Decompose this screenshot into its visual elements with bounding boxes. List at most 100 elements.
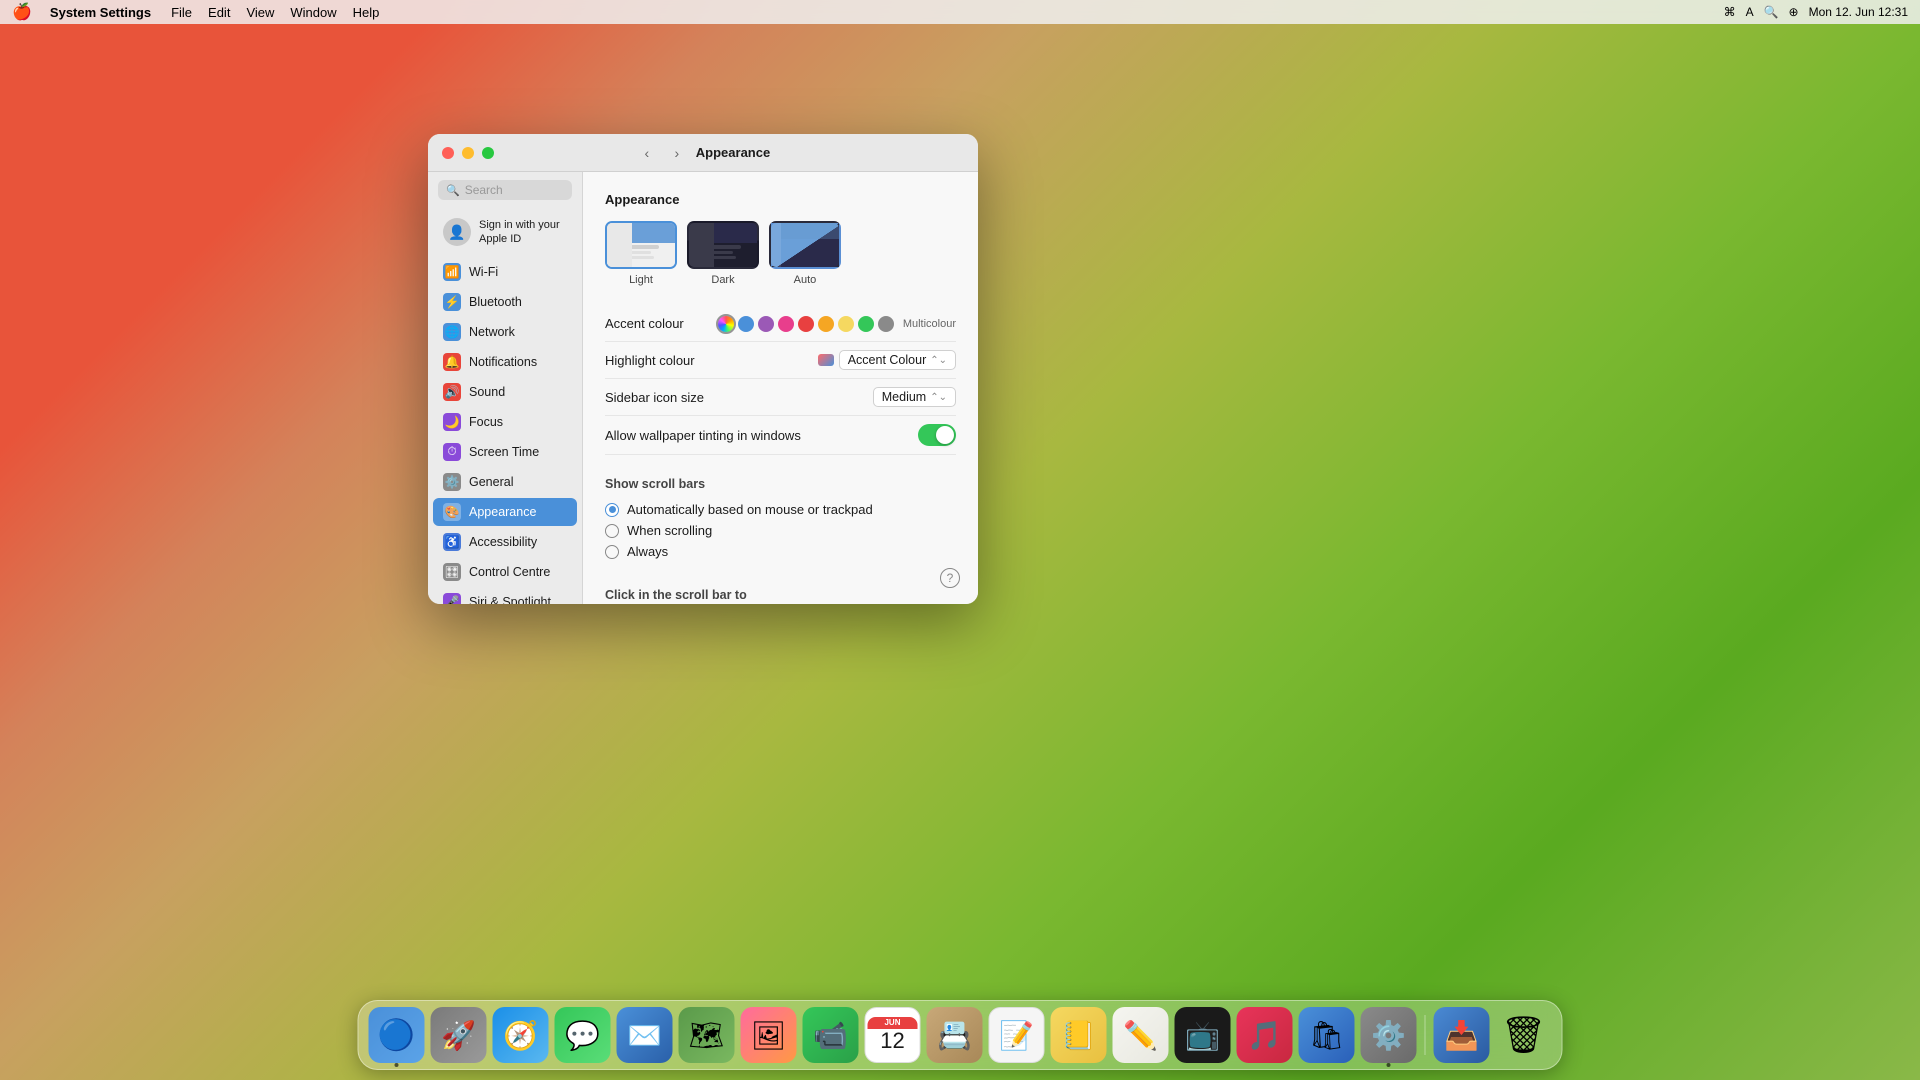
dock-item-messages[interactable]: 💬 xyxy=(555,1007,611,1063)
back-button[interactable]: ‹ xyxy=(636,142,658,164)
menubar-right: ⌘ A 🔍 ⊕ Mon 12. Jun 12:31 xyxy=(1724,5,1908,19)
sidebar-item-wifi[interactable]: 📶 Wi-Fi xyxy=(433,258,577,286)
window-title: Appearance xyxy=(696,145,770,160)
sidebar-label-general: General xyxy=(469,475,513,489)
dock-item-music[interactable]: 🎵 xyxy=(1237,1007,1293,1063)
photos-icon: 🖼 xyxy=(751,1019,787,1052)
sidebar-item-appearance[interactable]: 🎨 Appearance xyxy=(433,498,577,526)
menubar-search[interactable]: 🔍 xyxy=(1764,5,1779,19)
menubar-inputsource[interactable]: A xyxy=(1746,5,1754,19)
dock-item-finder[interactable]: 🔵 xyxy=(369,1007,425,1063)
dock-item-mail[interactable]: ✉️ xyxy=(617,1007,673,1063)
search-input[interactable] xyxy=(465,183,583,197)
freeform-icon: ✏️ xyxy=(1123,1019,1158,1052)
accent-red[interactable] xyxy=(798,316,814,332)
sidebar-label-network: Network xyxy=(469,325,515,339)
dock-item-yoink[interactable]: 📥 xyxy=(1434,1007,1490,1063)
sidebar-item-accessibility[interactable]: ♿ Accessibility xyxy=(433,528,577,556)
accent-colour-label: Accent colour xyxy=(605,316,684,331)
highlight-colour-row: Highlight colour Accent Colour ⌃⌄ xyxy=(605,342,956,379)
screentime-icon: ⏱ xyxy=(443,443,461,461)
auto-preview xyxy=(769,221,841,269)
dock-item-safari[interactable]: 🧭 xyxy=(493,1007,549,1063)
dock-item-reminders[interactable]: 📝 xyxy=(989,1007,1045,1063)
chevron-updown-icon-2: ⌃⌄ xyxy=(930,392,947,403)
sidebar-item-general[interactable]: ⚙️ General xyxy=(433,468,577,496)
sidebar-label-sound: Sound xyxy=(469,385,505,399)
help-button[interactable]: ? xyxy=(940,568,960,588)
sidebar-item-focus[interactable]: 🌙 Focus xyxy=(433,408,577,436)
dock-item-contacts[interactable]: 📇 xyxy=(927,1007,983,1063)
dock-item-maps[interactable]: 🗺 xyxy=(679,1007,735,1063)
trash-icon: 🗑 xyxy=(1501,1014,1547,1056)
scroll-automatic-option[interactable]: Automatically based on mouse or trackpad xyxy=(605,499,956,520)
dock-item-appstore[interactable]: 🛍 xyxy=(1299,1007,1355,1063)
scroll-when-scrolling-option[interactable]: When scrolling xyxy=(605,520,956,541)
appearance-option-dark[interactable]: Dark xyxy=(687,221,759,286)
wallpaper-tinting-toggle[interactable] xyxy=(918,424,956,446)
dock-item-photos[interactable]: 🖼 xyxy=(741,1007,797,1063)
menu-window[interactable]: Window xyxy=(282,5,344,20)
wallpaper-tinting-label: Allow wallpaper tinting in windows xyxy=(605,428,801,443)
notifications-icon: 🔔 xyxy=(443,353,461,371)
dock-item-freeform[interactable]: ✏️ xyxy=(1113,1007,1169,1063)
sidebar-item-sound[interactable]: 🔊 Sound xyxy=(433,378,577,406)
sidebar-item-notifications[interactable]: 🔔 Notifications xyxy=(433,348,577,376)
menu-file[interactable]: File xyxy=(163,5,200,20)
scroll-automatic-radio xyxy=(605,503,619,517)
menu-edit[interactable]: Edit xyxy=(200,5,238,20)
accent-purple[interactable] xyxy=(758,316,774,332)
sidebar-item-controlcentre[interactable]: 🎛 Control Centre xyxy=(433,558,577,586)
sidebar: 🔍 👤 Sign in with your Apple ID 📶 Wi-Fi xyxy=(428,172,583,604)
dock-item-launchpad[interactable]: 🚀 xyxy=(431,1007,487,1063)
sidebar-label-focus: Focus xyxy=(469,415,503,429)
dock: 🔵 🚀 🧭 💬 ✉️ 🗺 🖼 📹 JUN 12 📇 xyxy=(358,1000,1563,1070)
traffic-lights xyxy=(442,147,494,159)
accent-graphite[interactable] xyxy=(878,316,894,332)
dock-item-notes[interactable]: 📒 xyxy=(1051,1007,1107,1063)
forward-button[interactable]: › xyxy=(666,142,688,164)
sidebar-size-dropdown[interactable]: Medium ⌃⌄ xyxy=(873,387,956,407)
dock-item-system-settings[interactable]: ⚙️ xyxy=(1361,1007,1417,1063)
menu-help[interactable]: Help xyxy=(345,5,388,20)
dock-item-trash[interactable]: 🗑 xyxy=(1496,1007,1552,1063)
sidebar-item-network[interactable]: 🌐 Network xyxy=(433,318,577,346)
menubar-controlcenter[interactable]: ⊕ xyxy=(1789,5,1799,19)
accent-pink[interactable] xyxy=(778,316,794,332)
accent-green[interactable] xyxy=(858,316,874,332)
minimize-button[interactable] xyxy=(462,147,474,159)
sidebar-label-accessibility: Accessibility xyxy=(469,535,537,549)
search-box: 🔍 xyxy=(438,180,572,200)
scroll-always-option[interactable]: Always xyxy=(605,541,956,562)
sidebar-label-screentime: Screen Time xyxy=(469,445,539,459)
sidebar-item-apple-id[interactable]: 👤 Sign in with your Apple ID xyxy=(433,210,577,255)
accent-blue[interactable] xyxy=(738,316,754,332)
accent-yellow[interactable] xyxy=(838,316,854,332)
notes-icon: 📒 xyxy=(1061,1019,1096,1052)
appearance-option-auto[interactable]: Auto xyxy=(769,221,841,286)
close-button[interactable] xyxy=(442,147,454,159)
highlight-dropdown[interactable]: Accent Colour ⌃⌄ xyxy=(839,350,956,370)
section-title: Appearance xyxy=(605,192,956,207)
dock-item-appletv[interactable]: 📺 xyxy=(1175,1007,1231,1063)
appearance-option-light[interactable]: Light xyxy=(605,221,677,286)
sidebar-item-siri[interactable]: 🎤 Siri & Spotlight xyxy=(433,588,577,604)
sidebar-label-wifi: Wi-Fi xyxy=(469,265,498,279)
highlight-value-text: Accent Colour xyxy=(848,353,927,367)
menubar-spotlight[interactable]: ⌘ xyxy=(1724,5,1736,19)
accent-orange[interactable] xyxy=(818,316,834,332)
calendar-date: 12 xyxy=(880,1029,904,1053)
accent-multicolor[interactable] xyxy=(718,316,734,332)
app-name[interactable]: System Settings xyxy=(42,5,159,20)
dock-item-facetime[interactable]: 📹 xyxy=(803,1007,859,1063)
sidebar-item-screentime[interactable]: ⏱ Screen Time xyxy=(433,438,577,466)
menu-view[interactable]: View xyxy=(238,5,282,20)
appletv-icon: 📺 xyxy=(1185,1019,1220,1052)
launchpad-icon: 🚀 xyxy=(441,1019,476,1052)
apple-menu[interactable]: 🍎 xyxy=(12,2,32,22)
sidebar-item-bluetooth[interactable]: ⚡ Bluetooth xyxy=(433,288,577,316)
maximize-button[interactable] xyxy=(482,147,494,159)
dock-item-calendar[interactable]: JUN 12 xyxy=(865,1007,921,1063)
main-content: Appearance xyxy=(583,172,978,604)
auto-label: Auto xyxy=(794,274,817,286)
